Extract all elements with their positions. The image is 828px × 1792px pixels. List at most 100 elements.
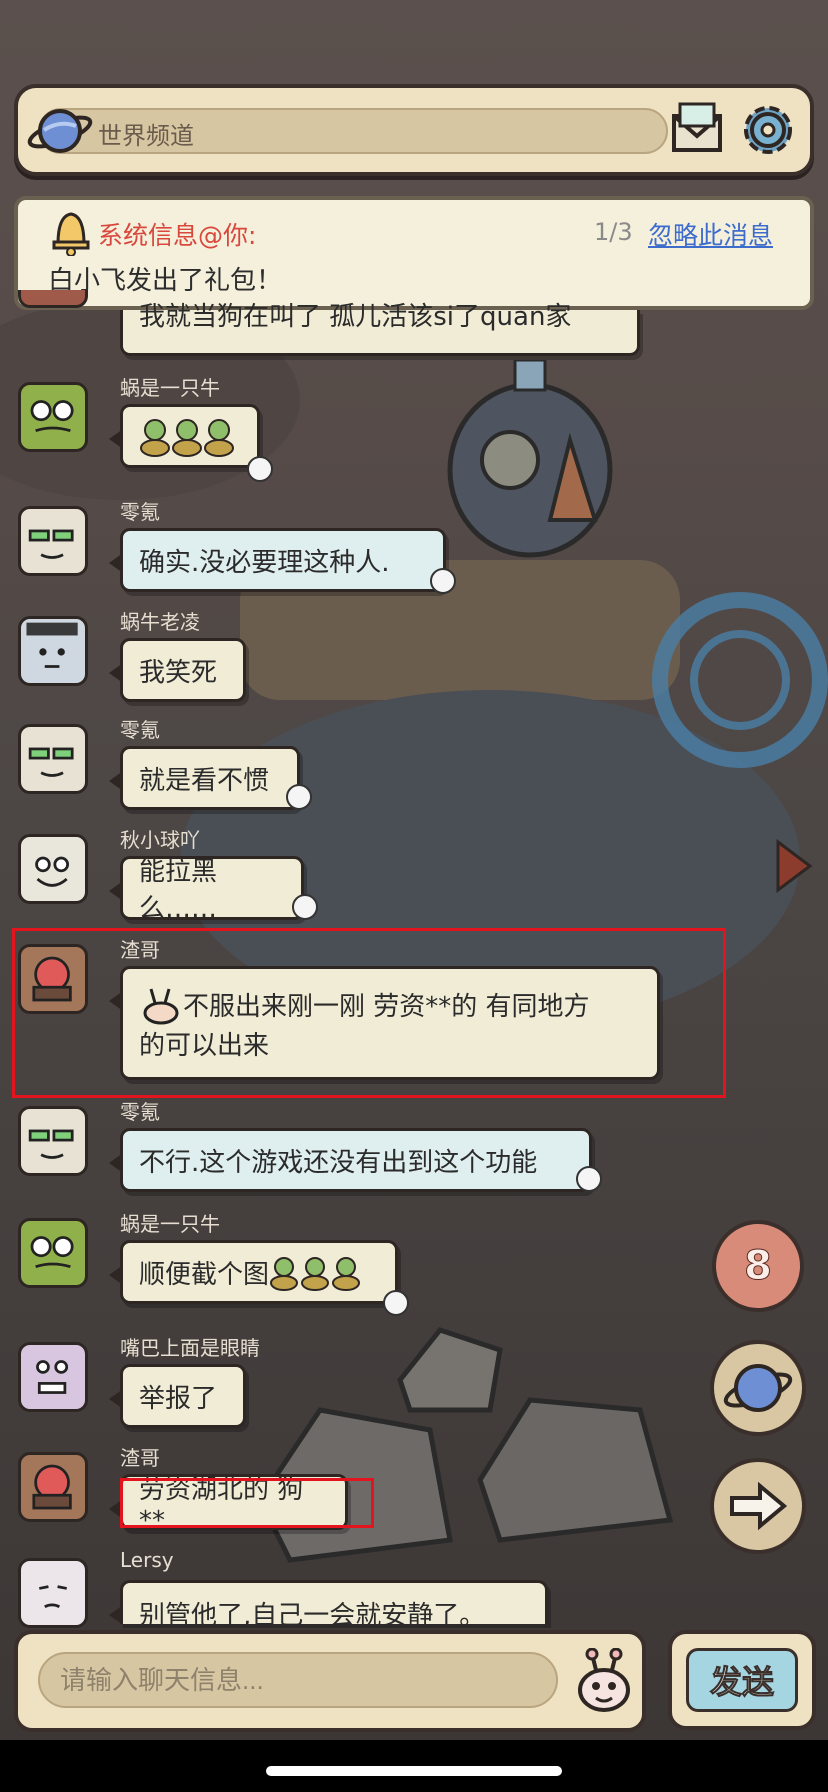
message-bubble: 就是看不惯 xyxy=(109,746,300,810)
message-bubble: 我笑死 xyxy=(109,638,246,702)
chat-input[interactable] xyxy=(38,1652,558,1708)
message-text: 别管他了,自己一会就安静了。 xyxy=(139,1601,486,1631)
message-bubble xyxy=(109,404,260,468)
home-indicator[interactable] xyxy=(266,1766,562,1776)
bubble-tail xyxy=(109,1389,123,1409)
avatar[interactable] xyxy=(18,944,88,1014)
bubble-tail xyxy=(109,429,123,449)
message-text: 顺便截个图 xyxy=(139,1259,270,1290)
speech-dot-icon xyxy=(292,894,318,920)
message-text: 就是看不惯 xyxy=(139,765,270,796)
username[interactable]: 零氪 xyxy=(120,714,160,743)
highlight-box xyxy=(120,1478,374,1528)
avatar[interactable] xyxy=(18,834,88,904)
message-text-line2: 的可以出来 xyxy=(139,1030,270,1061)
system-notice: 系统信息@你: 1/3 忽略此消息 白小飞发出了礼包！ xyxy=(14,196,814,310)
message-bubble: 我就当狗在叫了 孤儿活该si了quan家 xyxy=(120,302,640,356)
speech-dot-icon xyxy=(247,456,273,482)
channel-header: 世界频道 xyxy=(14,84,814,176)
hat-face-icon xyxy=(26,622,78,668)
send-label: 发送 xyxy=(709,1663,774,1702)
message-bubble: 顺便截个图 xyxy=(109,1240,398,1304)
world-channel-button[interactable] xyxy=(710,1340,806,1436)
pale-face-icon xyxy=(39,1585,67,1608)
username[interactable]: 渣哥 xyxy=(120,1442,160,1471)
speech-dot-icon xyxy=(383,1290,409,1316)
avatar[interactable] xyxy=(18,1218,88,1288)
message-bubble: 举报了 xyxy=(109,1364,246,1428)
bubble-tail xyxy=(109,553,123,573)
username[interactable]: 蜗牛老凌 xyxy=(120,606,200,635)
message-bubble: 不服出来刚一刚 劳资**的 有同地方 的可以出来 xyxy=(109,966,660,1080)
crab-face-icon xyxy=(32,1464,72,1510)
bell-icon xyxy=(52,212,90,256)
bubble-tail xyxy=(109,1605,123,1625)
username[interactable]: 零氪 xyxy=(120,1096,160,1125)
username[interactable]: 蜗是一只牛 xyxy=(120,372,220,401)
smile-face-icon xyxy=(35,856,69,887)
avatar[interactable] xyxy=(18,1106,88,1176)
message-bubble: 能拉黑么…… xyxy=(109,856,304,924)
message-text: 能拉黑么…… xyxy=(139,857,218,924)
speech-dot-icon xyxy=(430,568,456,594)
sticker-image xyxy=(140,419,234,457)
countdown-button[interactable]: 8 xyxy=(712,1220,804,1312)
speech-dot-icon xyxy=(576,1166,602,1192)
eyes-face-icon xyxy=(36,1360,69,1394)
message-text: 我笑死 xyxy=(139,657,218,688)
channel-name: 世界频道 xyxy=(98,122,194,150)
planet-icon xyxy=(723,1364,793,1412)
chat-input-bar xyxy=(14,1630,646,1732)
glasses-face-icon xyxy=(28,747,74,777)
ignore-message-link[interactable]: 忽略此消息 xyxy=(648,216,773,252)
sticker-image xyxy=(270,1257,361,1291)
bubble-tail xyxy=(109,663,123,683)
snail-emoji-icon[interactable] xyxy=(574,1648,634,1714)
message-text: 不服出来刚一刚 劳资**的 有同地方 xyxy=(183,992,590,1022)
avatar[interactable] xyxy=(18,1342,88,1412)
frog-face-icon xyxy=(30,400,74,433)
username[interactable]: 零氪 xyxy=(120,496,160,525)
system-notice-title: 系统信息@你: xyxy=(98,221,257,250)
machine-illustration xyxy=(447,360,613,558)
username[interactable]: 渣哥 xyxy=(120,934,160,963)
bubble-tail xyxy=(109,1265,123,1285)
avatar[interactable] xyxy=(18,1452,88,1522)
avatar[interactable] xyxy=(18,724,88,794)
message-text: 不行.这个游戏还没有出到这个功能 xyxy=(139,1147,538,1178)
countdown-value: 8 xyxy=(744,1243,773,1290)
rabbit-sticker-icon xyxy=(143,988,179,1024)
bubble-tail xyxy=(109,1153,123,1173)
crab-face-icon xyxy=(32,956,72,1002)
send-button[interactable]: 发送 xyxy=(668,1630,816,1730)
username[interactable]: 蜗是一只牛 xyxy=(120,1208,220,1237)
notice-counter: 1/3 xyxy=(594,218,633,246)
avatar[interactable] xyxy=(18,506,88,576)
planet-icon[interactable] xyxy=(26,100,96,162)
message-text: 我就当狗在叫了 孤儿活该si了quan家 xyxy=(139,302,572,332)
message-bubble: 确实.没必要理这种人. xyxy=(109,528,446,592)
avatar[interactable] xyxy=(18,1558,88,1628)
portal-illustration xyxy=(652,592,828,768)
username[interactable]: 嘴巴上面是眼睛 xyxy=(120,1332,260,1361)
glasses-face-icon xyxy=(28,529,74,559)
glasses-face-icon xyxy=(28,1129,74,1159)
username[interactable]: Lersy xyxy=(120,1548,174,1572)
bubble-tail xyxy=(109,991,123,1011)
frog-face-icon xyxy=(30,1236,74,1269)
arrow-right-icon xyxy=(730,1481,788,1531)
bubble-tail xyxy=(109,771,123,791)
avatar[interactable] xyxy=(18,382,88,452)
gear-icon[interactable] xyxy=(738,100,798,160)
next-button[interactable] xyxy=(710,1458,806,1554)
message-bubble: 不行.这个游戏还没有出到这个功能 xyxy=(109,1128,592,1192)
play-arrow-icon[interactable] xyxy=(774,838,814,894)
avatar[interactable] xyxy=(18,290,88,308)
message-text: 确实.没必要理这种人. xyxy=(139,547,390,578)
mail-icon[interactable] xyxy=(668,100,726,156)
bubble-tail xyxy=(109,881,123,901)
username[interactable]: 秋小球吖 xyxy=(120,824,200,853)
speech-dot-icon xyxy=(286,784,312,810)
message-text: 举报了 xyxy=(139,1383,218,1414)
avatar[interactable] xyxy=(18,616,88,686)
